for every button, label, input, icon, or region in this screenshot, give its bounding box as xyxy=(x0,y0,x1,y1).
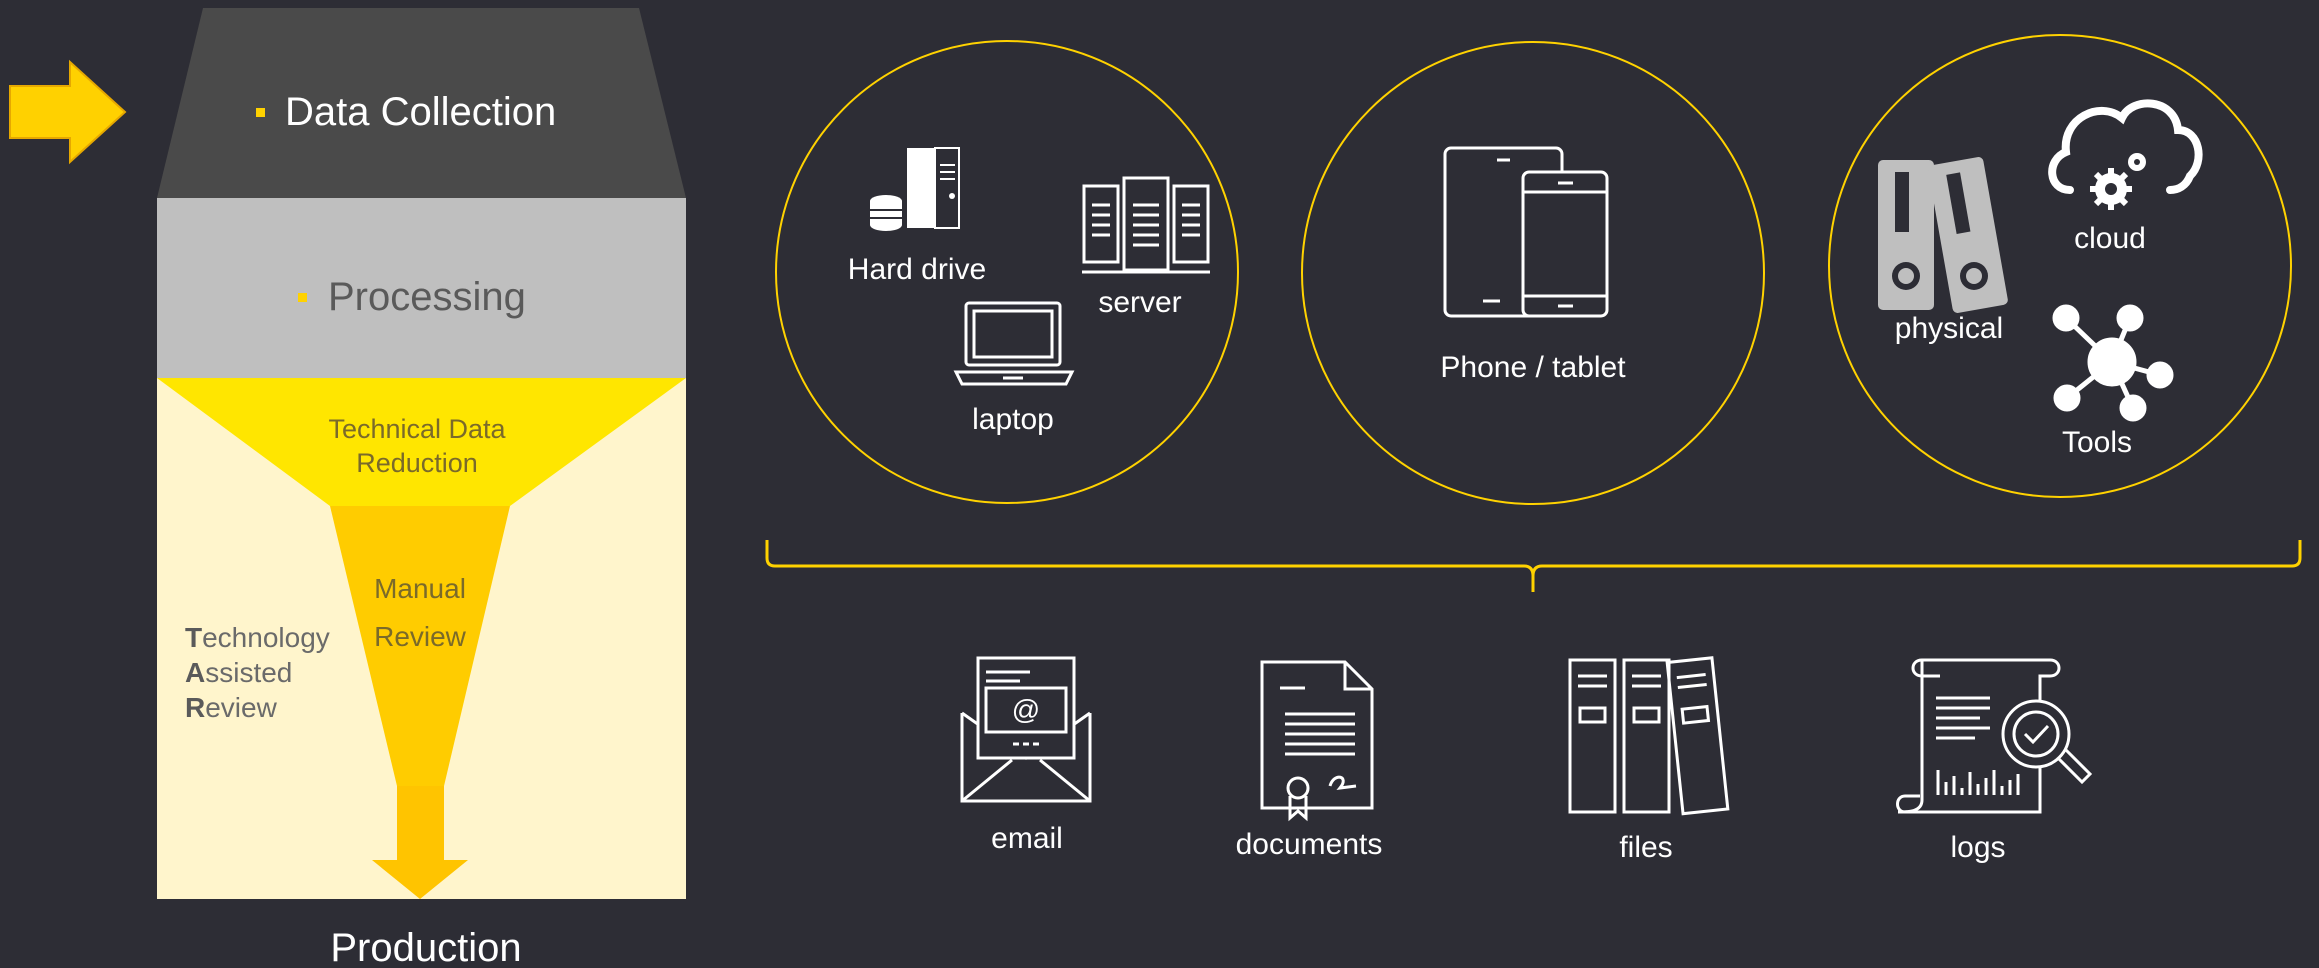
logs-label: logs xyxy=(1950,831,2005,864)
document-icon xyxy=(1260,660,1374,822)
tar-line-review: Review xyxy=(185,692,278,723)
cloud-icon xyxy=(2048,99,2203,210)
files-icon xyxy=(1568,656,1730,816)
email-icon xyxy=(960,656,1092,803)
stage-processing: Processing xyxy=(328,275,526,319)
email-label: email xyxy=(991,822,1063,855)
hard-drive-label: Hard drive xyxy=(848,253,986,286)
server-label: server xyxy=(1098,286,1181,319)
funnel: Data Collection Processing Technical Dat… xyxy=(157,8,686,968)
technical-reduction-line1: Technical Data xyxy=(328,414,506,444)
cloud-label: cloud xyxy=(2074,222,2146,255)
arrow-right-icon xyxy=(9,59,127,165)
manual-review-line2: Review xyxy=(374,621,467,652)
brace-connector xyxy=(765,540,2302,592)
production-label: Production xyxy=(330,926,521,968)
binder-icon xyxy=(1878,157,2008,313)
tar-line-assisted: Assisted xyxy=(185,657,292,688)
stage-data-collection: Data Collection xyxy=(285,90,556,134)
hard-drive-icon xyxy=(870,147,960,231)
manual-review-line1: Manual xyxy=(374,573,466,604)
files-label: files xyxy=(1619,831,1672,864)
physical-label: physical xyxy=(1895,312,2003,345)
phone-tablet-icon xyxy=(1443,146,1609,318)
network-icon xyxy=(2052,304,2174,422)
bullet-icon xyxy=(256,108,265,117)
technical-reduction-line2: Reduction xyxy=(356,448,478,478)
server-icon xyxy=(1082,176,1210,274)
phone-tablet-label: Phone / tablet xyxy=(1440,351,1626,384)
laptop-icon xyxy=(953,301,1075,386)
email-at-glyph: @ xyxy=(1012,694,1040,725)
laptop-label: laptop xyxy=(972,403,1054,436)
logs-icon xyxy=(1896,658,2093,814)
tools-label: Tools xyxy=(2062,426,2132,459)
bullet-icon xyxy=(298,293,307,302)
ediscovery-diagram: Data Collection Processing Technical Dat… xyxy=(9,8,2302,968)
tar-line-technology: Technology xyxy=(185,622,330,653)
documents-label: documents xyxy=(1236,828,1383,861)
